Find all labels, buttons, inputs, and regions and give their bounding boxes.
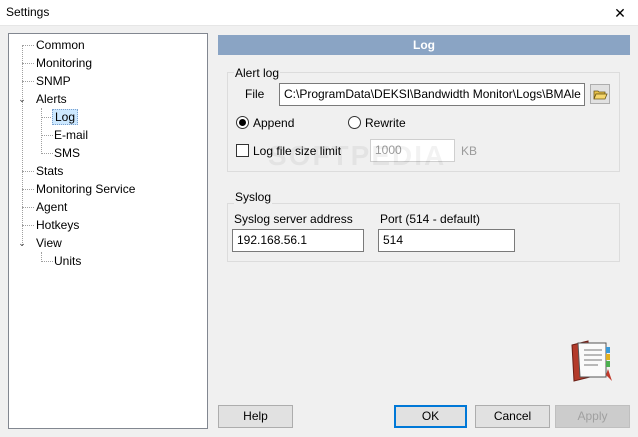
cancel-button[interactable]: Cancel [475,405,550,428]
panel-header: Log [218,35,630,55]
rewrite-label[interactable]: Rewrite [365,116,406,130]
ok-button[interactable]: OK [394,405,467,428]
tree-item-hotkeys[interactable]: Hotkeys [34,217,81,234]
apply-button: Apply [555,405,630,428]
settings-tree[interactable]: ⌄ ⌄ Common Monitoring SNMP Alerts Log E-… [8,33,208,429]
browse-button[interactable] [590,84,610,104]
tree-item-sms[interactable]: SMS [52,145,82,162]
help-button[interactable]: Help [218,405,293,428]
file-label: File [245,87,265,101]
chevron-down-icon[interactable]: ⌄ [17,94,27,104]
window-title: Settings [6,5,50,19]
tree-item-monitoring[interactable]: Monitoring [34,55,94,72]
port-label: Port (514 - default) [380,212,481,226]
port-input[interactable]: 514 [378,229,515,252]
watermark: SOFTPEDIA [268,140,447,171]
tree-item-view[interactable]: View [34,235,64,252]
title-bar: Settings ✕ [0,0,638,26]
tree-item-alerts[interactable]: Alerts [34,91,69,108]
tree-item-snmp[interactable]: SNMP [34,73,73,90]
syslog-title: Syslog [234,190,273,204]
server-label: Syslog server address [234,212,353,226]
tree-item-units[interactable]: Units [52,253,83,270]
append-radio[interactable] [236,116,249,129]
file-path-input[interactable]: C:\ProgramData\DEKSI\Bandwidth Monitor\L… [279,83,585,106]
size-limit-checkbox[interactable] [236,144,249,157]
tree-item-email[interactable]: E-mail [52,127,90,144]
tree-item-monitoring-service[interactable]: Monitoring Service [34,181,137,198]
chevron-down-icon[interactable]: ⌄ [17,238,27,248]
alert-log-title: Alert log [234,66,281,80]
tree-item-stats[interactable]: Stats [34,163,65,180]
server-address-input[interactable]: 192.168.56.1 [232,229,364,252]
size-unit-label: KB [461,144,478,158]
tree-item-log[interactable]: Log [52,109,79,126]
tree-item-common[interactable]: Common [34,37,87,54]
log-book-icon [571,340,612,382]
rewrite-radio[interactable] [348,116,361,129]
append-label[interactable]: Append [253,116,294,130]
close-icon[interactable]: ✕ [602,0,638,26]
tree-item-agent[interactable]: Agent [34,199,69,216]
folder-open-icon [593,90,608,100]
